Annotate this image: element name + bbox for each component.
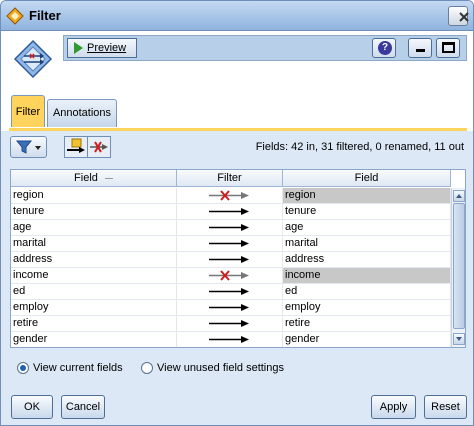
filter-toggle-cell[interactable]: [177, 252, 283, 268]
output-field-cell[interactable]: region: [283, 188, 451, 204]
filter-toggle-cell[interactable]: [177, 268, 283, 284]
field-grid: Field Filter Field region region tenure ten…: [10, 169, 466, 348]
scroll-up-button[interactable]: [453, 190, 465, 202]
apply-button[interactable]: Apply: [371, 395, 416, 419]
table-row[interactable]: tenure tenure: [11, 204, 451, 220]
scroll-down-button[interactable]: [453, 333, 465, 345]
remove-new-fields-icon: [67, 138, 85, 153]
grid-scrollbar[interactable]: [451, 188, 465, 347]
table-row[interactable]: gender gender: [11, 332, 451, 347]
filter-node-icon: [13, 39, 53, 79]
arrow-pass-icon: [209, 320, 249, 327]
table-row[interactable]: employ employ: [11, 300, 451, 316]
tab-filter[interactable]: Filter: [11, 95, 45, 127]
input-field-cell[interactable]: ed: [11, 284, 177, 300]
window-title: Filter: [29, 8, 61, 23]
output-field-cell[interactable]: retire: [283, 316, 451, 332]
filter-node-icon: [6, 7, 24, 25]
view-unused-label: View unused field settings: [157, 362, 284, 374]
arrow-pass-icon: [209, 240, 249, 247]
radio-selected-dot: [20, 365, 26, 371]
output-field-cell[interactable]: employ: [283, 300, 451, 316]
header-input-field-label: Field: [74, 172, 98, 184]
filter-toggle-cell[interactable]: [177, 332, 283, 347]
filter-toggle-cell[interactable]: [177, 300, 283, 316]
tab-annotations[interactable]: Annotations: [47, 99, 117, 127]
include-filtered-button[interactable]: [87, 136, 111, 158]
arrow-pass-icon: [209, 224, 249, 231]
chevron-down-icon: [456, 337, 462, 341]
header-output-field[interactable]: Field: [283, 170, 451, 187]
reset-button[interactable]: Reset: [424, 395, 467, 419]
minimize-icon: [416, 49, 425, 52]
arrow-blocked-icon: [209, 270, 249, 281]
filter-toggle-cell[interactable]: [177, 204, 283, 220]
scroll-thumb[interactable]: [453, 203, 465, 329]
input-field-cell[interactable]: gender: [11, 332, 177, 347]
preview-button[interactable]: Preview: [67, 38, 137, 58]
table-row[interactable]: marital marital: [11, 236, 451, 252]
filter-toggle-cell[interactable]: [177, 316, 283, 332]
input-field-cell[interactable]: age: [11, 220, 177, 236]
table-row[interactable]: income income: [11, 268, 451, 284]
table-row[interactable]: region region: [11, 188, 451, 204]
input-field-cell[interactable]: region: [11, 188, 177, 204]
maximize-button[interactable]: [436, 38, 460, 58]
cancel-button[interactable]: Cancel: [61, 395, 105, 419]
table-row[interactable]: ed ed: [11, 284, 451, 300]
output-field-cell[interactable]: ed: [283, 284, 451, 300]
output-field-cell[interactable]: income: [283, 268, 451, 284]
input-field-cell[interactable]: retire: [11, 316, 177, 332]
title-bar: Filter: [1, 1, 473, 31]
arrow-pass-icon: [209, 208, 249, 215]
play-icon: [74, 42, 83, 54]
arrow-pass-icon: [209, 256, 249, 263]
view-unused-radio[interactable]: [141, 362, 153, 374]
output-field-cell[interactable]: age: [283, 220, 451, 236]
funnel-icon: [15, 140, 41, 154]
input-field-cell[interactable]: employ: [11, 300, 177, 316]
arrow-pass-icon: [209, 336, 249, 343]
input-field-cell[interactable]: tenure: [11, 204, 177, 220]
output-field-cell[interactable]: gender: [283, 332, 451, 347]
filter-toggle-cell[interactable]: [177, 220, 283, 236]
output-field-cell[interactable]: tenure: [283, 204, 451, 220]
maximize-icon: [442, 42, 455, 53]
close-button[interactable]: [448, 6, 469, 26]
header-input-field[interactable]: Field: [11, 170, 177, 187]
header-filter[interactable]: Filter: [177, 170, 283, 187]
preview-label: Preview: [87, 42, 127, 54]
input-field-cell[interactable]: income: [11, 268, 177, 284]
include-filtered-icon: [90, 141, 108, 153]
view-current-radio[interactable]: [17, 362, 29, 374]
arrow-pass-icon: [209, 288, 249, 295]
table-row[interactable]: retire retire: [11, 316, 451, 332]
filter-toggle-cell[interactable]: [177, 284, 283, 300]
input-field-cell[interactable]: address: [11, 252, 177, 268]
fields-summary: Fields: 42 in, 31 filtered, 0 renamed, 1…: [255, 141, 464, 153]
filter-toggle-cell[interactable]: [177, 188, 283, 204]
arrow-blocked-icon: [209, 190, 249, 201]
filter-options-dropdown[interactable]: [10, 136, 47, 158]
remove-new-fields-button[interactable]: [64, 136, 88, 158]
help-button[interactable]: ?: [372, 38, 396, 58]
sort-indicator-icon: [104, 177, 113, 179]
view-current-label: View current fields: [33, 362, 123, 374]
close-icon: [459, 12, 469, 22]
filter-dialog: Filter Preview ? Filter Annotations Fiel…: [0, 0, 474, 426]
filter-toggle-cell[interactable]: [177, 236, 283, 252]
input-field-cell[interactable]: marital: [11, 236, 177, 252]
arrow-pass-icon: [209, 304, 249, 311]
table-row[interactable]: address address: [11, 252, 451, 268]
table-row[interactable]: age age: [11, 220, 451, 236]
output-field-cell[interactable]: marital: [283, 236, 451, 252]
grid-header: Field Filter Field: [11, 170, 451, 188]
ok-button[interactable]: OK: [11, 395, 53, 419]
chevron-up-icon: [456, 194, 462, 198]
minimize-button[interactable]: [408, 38, 432, 58]
help-icon: ?: [378, 41, 392, 55]
toolbar: Preview ?: [63, 35, 467, 61]
output-field-cell[interactable]: address: [283, 252, 451, 268]
